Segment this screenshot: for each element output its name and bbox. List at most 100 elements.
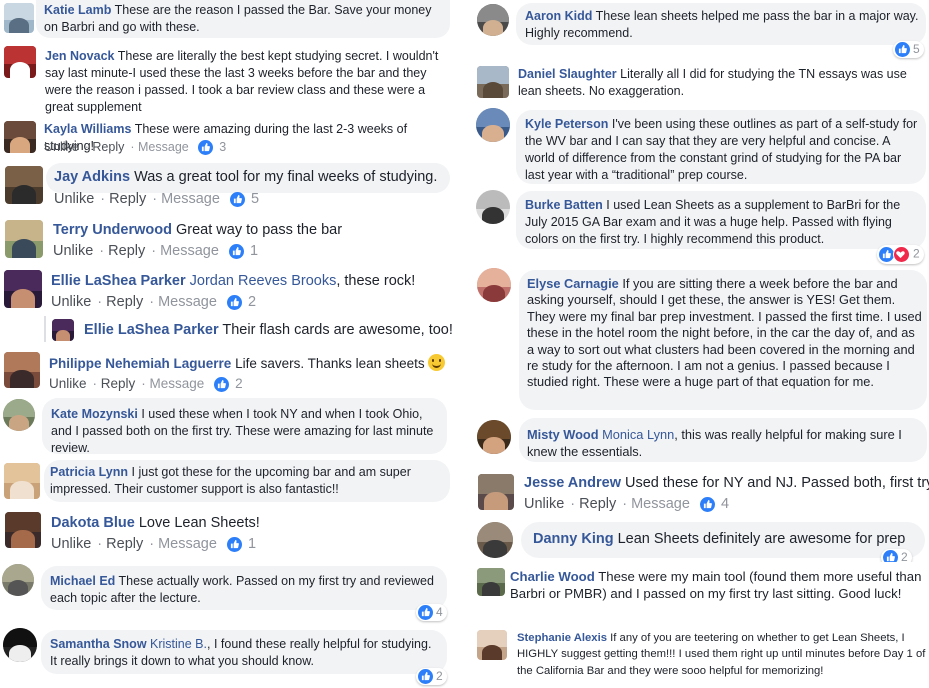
- heart-icon: [893, 246, 910, 263]
- unlike-link[interactable]: Unlike: [51, 294, 91, 310]
- avatar[interactable]: [478, 474, 514, 510]
- author-name[interactable]: Charlie Wood: [510, 569, 595, 584]
- avatar[interactable]: [4, 121, 36, 153]
- reaction-count[interactable]: 4: [416, 604, 447, 622]
- comment-body: Love Lean Sheets!: [138, 515, 260, 531]
- smiley-emoji-icon: [428, 354, 446, 371]
- avatar[interactable]: [477, 66, 509, 98]
- message-link[interactable]: Message: [160, 243, 219, 259]
- avatar[interactable]: [4, 46, 36, 78]
- reply-link[interactable]: Reply: [101, 376, 136, 391]
- avatar[interactable]: [477, 4, 509, 36]
- author-name[interactable]: Philippe Nehemiah Laguerre: [49, 356, 231, 371]
- tagged-user[interactable]: Monica Lynn: [602, 427, 674, 442]
- author-name[interactable]: Aaron Kidd: [525, 9, 592, 23]
- unlike-link[interactable]: Unlike: [44, 140, 79, 154]
- avatar[interactable]: [5, 166, 43, 204]
- author-name[interactable]: Katie Lamb: [44, 3, 111, 17]
- avatar[interactable]: [477, 630, 507, 660]
- unlike-link[interactable]: Unlike: [53, 243, 93, 259]
- avatar[interactable]: [3, 628, 37, 662]
- like-count[interactable]: 1: [248, 536, 256, 552]
- avatar[interactable]: [4, 352, 40, 388]
- like-count[interactable]: 4: [721, 496, 729, 512]
- author-name[interactable]: Michael Ed: [50, 574, 115, 588]
- comment-text: Philippe Nehemiah Laguerre Life savers. …: [49, 354, 449, 373]
- unlike-link[interactable]: Unlike: [51, 536, 91, 552]
- author-name[interactable]: Ellie LaShea Parker: [84, 322, 219, 338]
- tagged-user[interactable]: Kristine B.: [150, 637, 207, 651]
- comment-body: Great way to pass the bar: [176, 222, 343, 238]
- author-name[interactable]: Samantha Snow: [50, 637, 147, 651]
- author-name[interactable]: Stephanie Alexis: [517, 632, 607, 644]
- like-icon: [198, 140, 214, 156]
- avatar[interactable]: [2, 564, 34, 596]
- message-link[interactable]: Message: [161, 191, 220, 207]
- avatar[interactable]: [477, 268, 511, 302]
- avatar[interactable]: [4, 463, 40, 499]
- comment: Misty Wood Monica Lynn, this was really …: [473, 416, 929, 466]
- author-name[interactable]: Kayla Williams: [44, 122, 131, 136]
- message-link[interactable]: Message: [158, 536, 217, 552]
- avatar[interactable]: [476, 190, 510, 224]
- author-name[interactable]: Kyle Peterson: [525, 117, 608, 131]
- comment-actions: Unlike · Reply · Message 2: [49, 376, 243, 392]
- avatar[interactable]: [5, 512, 41, 548]
- avatar[interactable]: [4, 270, 42, 308]
- avatar[interactable]: [52, 319, 74, 341]
- comment-actions: Unlike · Reply · Message 4: [524, 496, 730, 512]
- like-count[interactable]: 2: [248, 294, 256, 310]
- author-name[interactable]: Dakota Blue: [51, 515, 135, 531]
- tagged-user[interactable]: Jordan Reeves Brooks: [190, 273, 337, 289]
- author-name[interactable]: Jay Adkins: [54, 169, 130, 185]
- author-name[interactable]: Danny King: [533, 531, 614, 547]
- avatar[interactable]: [3, 399, 35, 431]
- reaction-count[interactable]: 5: [893, 41, 924, 59]
- message-link[interactable]: Message: [631, 496, 690, 512]
- author-name[interactable]: Elyse Carnagie: [527, 276, 619, 291]
- author-name[interactable]: Burke Batten: [525, 198, 603, 212]
- like-count[interactable]: 3: [219, 140, 226, 154]
- author-name[interactable]: Terry Underwood: [53, 222, 172, 238]
- comment: Kyle Peterson I've been using these outl…: [473, 106, 929, 186]
- comment: Jay Adkins Was a great tool for my final…: [0, 160, 450, 212]
- like-count[interactable]: 5: [251, 191, 259, 207]
- reply-link[interactable]: Reply: [108, 243, 145, 259]
- comment: Kate Mozynski I used these when I took N…: [0, 398, 450, 456]
- comment-actions: Unlike · Reply · Message 5: [54, 191, 260, 207]
- reply-link[interactable]: Reply: [92, 140, 124, 154]
- like-count[interactable]: 1: [250, 243, 258, 259]
- like-count[interactable]: 2: [235, 376, 243, 391]
- author-name[interactable]: Jen Novack: [45, 49, 114, 63]
- message-link[interactable]: Message: [158, 294, 217, 310]
- like-icon: [228, 243, 244, 259]
- author-name[interactable]: Misty Wood: [527, 427, 599, 442]
- author-name[interactable]: Ellie LaShea Parker: [51, 273, 186, 289]
- avatar[interactable]: [477, 522, 513, 558]
- reply-link[interactable]: Reply: [109, 191, 146, 207]
- author-name[interactable]: Kate Mozynski: [51, 407, 138, 421]
- reaction-count[interactable]: 2: [877, 245, 924, 264]
- reaction-count[interactable]: 2: [881, 549, 912, 562]
- comment: Daniel Slaughter Literally all I did for…: [473, 62, 929, 102]
- author-name[interactable]: Jesse Andrew: [524, 475, 621, 491]
- avatar[interactable]: [477, 568, 505, 596]
- unlike-link[interactable]: Unlike: [49, 376, 87, 391]
- unlike-link[interactable]: Unlike: [54, 191, 94, 207]
- avatar[interactable]: [476, 108, 510, 142]
- comment-text: Daniel Slaughter Literally all I did for…: [518, 66, 928, 100]
- reply-link[interactable]: Reply: [106, 536, 143, 552]
- avatar[interactable]: [5, 220, 43, 258]
- comment-text: Stephanie Alexis If any of you are teete…: [517, 630, 927, 679]
- message-link[interactable]: Message: [138, 140, 189, 154]
- avatar[interactable]: [477, 420, 511, 454]
- message-link[interactable]: Message: [150, 376, 205, 391]
- reply-link[interactable]: Reply: [579, 496, 616, 512]
- avatar[interactable]: [4, 3, 34, 33]
- like-icon: [699, 496, 715, 512]
- reaction-count[interactable]: 2: [416, 668, 447, 686]
- author-name[interactable]: Daniel Slaughter: [518, 67, 617, 81]
- author-name[interactable]: Patricia Lynn: [50, 465, 128, 479]
- unlike-link[interactable]: Unlike: [524, 496, 564, 512]
- reply-link[interactable]: Reply: [106, 294, 143, 310]
